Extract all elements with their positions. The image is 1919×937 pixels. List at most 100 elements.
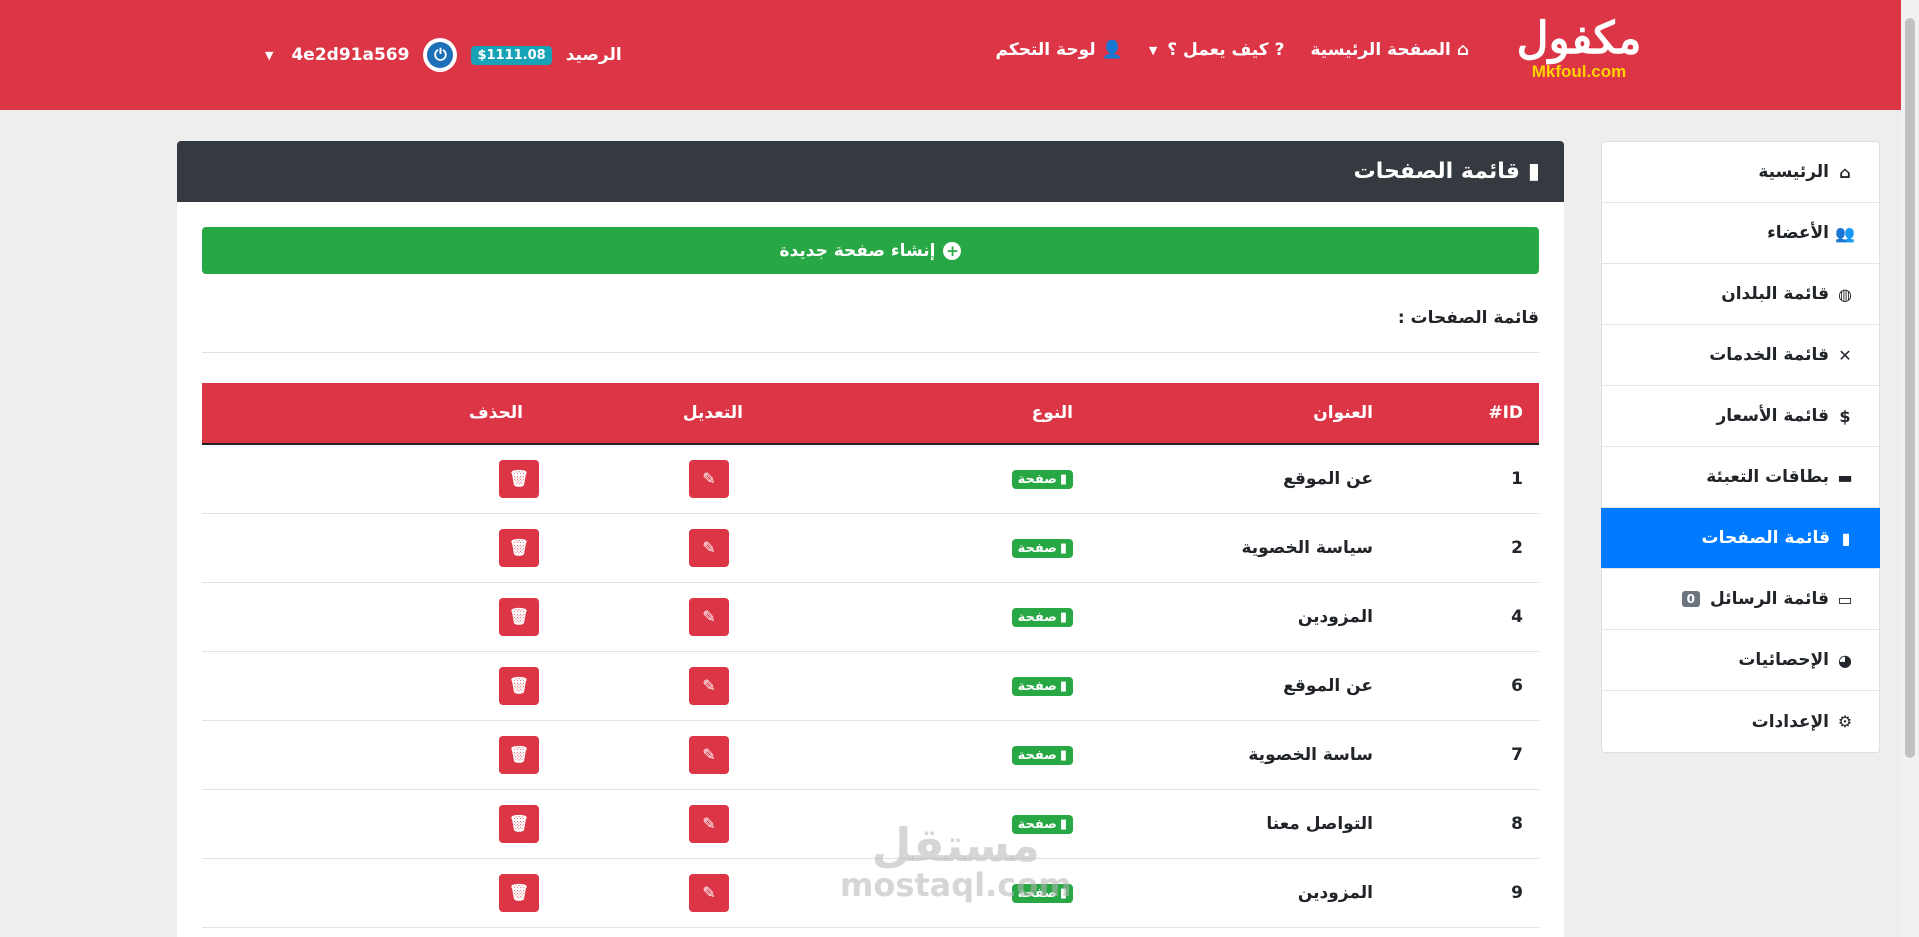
sidebar-item-label: الرئيسية [1758,162,1829,182]
nav-how-label: كيف يعمل ؟ [1167,40,1269,60]
table-row: 7 ساسة الخصوية ▮ صفحة ✎ 🗑 [202,720,1539,790]
table-header-row: ID# العنوان النوع التعديل الحذف [202,383,1539,444]
sidebar-item-home[interactable]: ⌂ الرئيسية [1602,142,1879,203]
users-icon: 👥 [1835,223,1855,243]
logo-arabic: مكفول [1516,13,1642,64]
file-icon: ▮ [1059,610,1067,625]
file-icon: ▮ [1059,679,1067,694]
delete-button[interactable]: 🗑 [499,597,539,636]
edit-icon: ✎ [702,607,716,626]
row-title: سياسة الخصوية [1089,513,1389,583]
sidebar-item-countries[interactable]: ◍ قائمة البلدان [1602,264,1879,325]
sidebar: ⌂ الرئيسية 👥 الأعضاء ◍ قائمة البلدان ✕ ق… [1601,141,1880,753]
nav-home-label: الصفحة الرئيسية [1310,40,1451,60]
sidebar-item-statistics[interactable]: ◕ الإحصائيات [1602,630,1879,691]
username-dropdown[interactable]: 4e2d91a569 [291,45,409,65]
power-icon[interactable]: ⏻ [423,38,458,72]
sidebar-item-topup-cards[interactable]: ▬ بطاقات التعبئة [1602,447,1879,508]
edit-icon: ✎ [702,814,716,833]
create-page-button[interactable]: + إنشاء صفحة جديدة [202,227,1539,274]
delete-button[interactable]: 🗑 [499,459,539,498]
card-body: + إنشاء صفحة جديدة قائمة الصفحات : ID# ا… [177,202,1564,928]
table-row: 4 المزودين ▮ صفحة ✎ 🗑 [202,582,1539,652]
row-title: المزودين [1089,858,1389,928]
tools-icon: ✕ [1838,345,1852,365]
nav-home[interactable]: ⌂ الصفحة الرئيسية [1310,40,1469,60]
type-label: صفحة [1017,541,1057,556]
row-title: التواصل معنا [1089,789,1389,859]
type-label: صفحة [1017,748,1057,763]
top-navbar: مكفول Mkfoul.com ⌂ الصفحة الرئيسية ? كيف… [0,0,1919,110]
page-title: قائمة الصفحات [1353,159,1520,184]
user-area: الرصيد $1111.08 ⏻ 4e2d91a569 ▼ [265,38,622,72]
question-circle-icon: ? [1274,40,1285,60]
row-title: عن الموقع [1089,444,1389,514]
sidebar-item-messages[interactable]: ▭ قائمة الرسائل 0 [1602,569,1879,630]
plus-circle-icon: + [943,241,962,260]
edit-button[interactable]: ✎ [689,597,729,636]
edit-button[interactable]: ✎ [689,528,729,567]
trash-icon: 🗑 [508,676,530,695]
nav-dashboard[interactable]: 👤 لوحة التحكم [996,40,1123,60]
trash-icon: 🗑 [508,607,530,626]
scrollbar-thumb[interactable] [1905,18,1915,758]
site-logo[interactable]: مكفول Mkfoul.com [1504,14,1654,84]
sidebar-item-label: الإحصائيات [1738,650,1829,670]
edit-icon: ✎ [702,538,716,557]
globe-icon: ◍ [1838,284,1852,304]
delete-button[interactable]: 🗑 [499,873,539,912]
edit-button[interactable]: ✎ [689,735,729,774]
sidebar-item-settings[interactable]: ⚙ الإعدادات [1602,691,1879,752]
page-scrollbar[interactable] [1901,0,1919,937]
row-id: 8 [1389,789,1539,859]
sidebar-item-label: الإعدادات [1751,711,1829,732]
home-icon: ⌂ [1456,40,1469,60]
header-edit: التعديل [682,403,743,423]
chevron-down-icon[interactable]: ▼ [265,49,273,62]
row-id: 9 [1389,858,1539,928]
home-icon: ⌂ [1839,162,1851,182]
file-icon: ▮ [1059,472,1067,488]
sidebar-item-prices[interactable]: $ قائمة الأسعار [1602,386,1879,447]
credit-card-icon: ▬ [1837,467,1853,487]
user-cog-icon: 👤 [1101,40,1123,60]
watermark-english: mostaql.com [840,866,1072,904]
delete-button[interactable]: 🗑 [499,735,539,774]
edit-button[interactable]: ✎ [689,666,729,705]
edit-button[interactable]: ✎ [689,873,729,912]
card-header: ▮ قائمة الصفحات [177,141,1564,202]
sidebar-item-label: قائمة الرسائل [1710,589,1829,609]
logo-english: Mkfoul.com [1531,62,1627,81]
sidebar-item-services[interactable]: ✕ قائمة الخدمات [1602,325,1879,386]
header-id: ID# [1488,403,1523,423]
edit-button[interactable]: ✎ [689,459,729,498]
file-icon: ▮ [1527,159,1540,184]
sidebar-item-label: بطاقات التعبئة [1706,467,1829,487]
delete-button[interactable]: 🗑 [499,804,539,843]
file-icon: ▮ [1059,541,1067,556]
header-title: العنوان [1313,403,1373,423]
row-title: المزودين [1089,582,1389,652]
sidebar-item-label: قائمة الأسعار [1716,406,1830,426]
row-id: 2 [1389,513,1539,583]
row-title: ساسة الخصوية [1089,720,1389,790]
pie-chart-icon: ◕ [1838,650,1852,670]
pages-list-label: قائمة الصفحات : [202,308,1539,353]
edit-button[interactable]: ✎ [689,804,729,843]
delete-button[interactable]: 🗑 [499,528,539,567]
row-id: 1 [1389,444,1539,514]
file-icon: ▮ [1841,528,1851,548]
sidebar-item-label: قائمة الصفحات [1701,528,1830,548]
cogs-icon: ⚙ [1837,712,1853,731]
type-label: صفحة [1017,610,1057,625]
trash-icon: 🗑 [508,469,530,489]
row-id: 6 [1389,651,1539,721]
edit-icon: ✎ [702,469,716,489]
edit-icon: ✎ [702,745,716,764]
balance-badge: $1111.08 [471,45,552,65]
edit-icon: ✎ [702,883,716,902]
delete-button[interactable]: 🗑 [499,666,539,705]
sidebar-item-members[interactable]: 👥 الأعضاء [1602,203,1879,264]
nav-how-it-works[interactable]: ? كيف يعمل ؟ ▼ [1149,40,1285,60]
sidebar-item-pages[interactable]: ▮ قائمة الصفحات [1601,508,1880,569]
